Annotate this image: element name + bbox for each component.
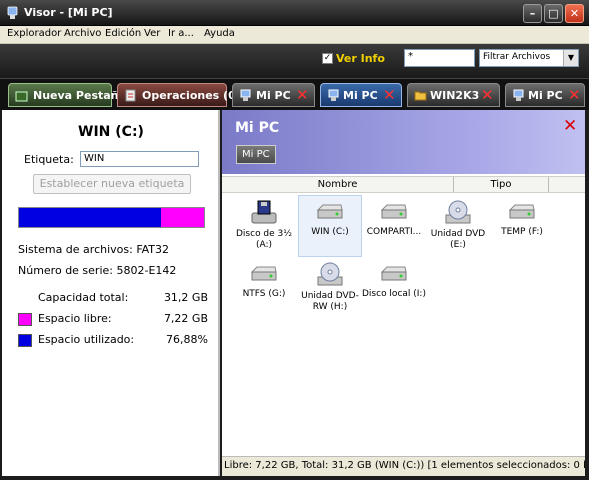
hard-drive-icon	[508, 204, 535, 219]
tab-close-icon[interactable]: ✕	[481, 88, 494, 103]
tab-label: Operaciones (0)	[142, 89, 241, 102]
etiqueta-input[interactable]: WIN	[80, 151, 199, 167]
stat-name: Espacio libre:	[38, 312, 112, 325]
hard-drive-icon	[250, 266, 277, 281]
hard-drive-icon	[380, 266, 407, 281]
dvd-drive-icon	[445, 200, 471, 224]
stat-capacity: Capacidad total: 31,2 GB	[18, 291, 208, 307]
browser-heading: Mi PC	[235, 120, 280, 136]
menu-explorador[interactable]: Explorador	[7, 28, 61, 39]
tab-nueva-pestana[interactable]: Nueva Pestaña	[8, 83, 126, 107]
drive-info-panel: WIN (C:) Etiqueta: WIN Establecer nueva …	[2, 110, 220, 476]
browser-panel: Mi PC Mi PC ✕ Nombre Tipo Disco de 3½ (A…	[222, 110, 585, 476]
set-label-button[interactable]: Establecer nueva etiqueta	[33, 174, 191, 194]
filesystem-text: Sistema de archivos: FAT32	[18, 243, 170, 256]
tab-strip: Nueva Pestaña Operaciones (0) Mi PC ✕ Mi…	[0, 78, 589, 110]
title-bar: Visor - [Mi PC] – □ ✕	[0, 0, 589, 26]
drive-title: WIN (C:)	[78, 124, 144, 140]
tab-close-icon[interactable]: ✕	[296, 88, 309, 103]
tab-mi-pc-3[interactable]: Mi PC ✕	[505, 83, 585, 107]
stat-value: 31,2 GB	[163, 291, 208, 304]
dvd-drive-icon	[317, 262, 343, 286]
drive-item-label: Disco de 3½ (A:)	[236, 229, 292, 250]
menu-edicion[interactable]: Edición	[105, 28, 141, 39]
computer-icon	[328, 89, 339, 101]
search-input[interactable]: *	[404, 49, 475, 67]
app-window: Visor - [Mi PC] – □ ✕ Explorador Archivo…	[0, 0, 589, 480]
tab-label: Mi PC	[343, 89, 378, 102]
menu-ver[interactable]: Ver	[144, 28, 160, 39]
hard-drive-icon	[316, 204, 343, 219]
tab-operaciones[interactable]: Operaciones (0)	[117, 83, 241, 107]
drive-item-label: TEMP (F:)	[501, 227, 543, 237]
tab-mi-pc-2[interactable]: Mi PC ✕	[320, 83, 402, 107]
tab-label: Nueva Pestaña	[33, 89, 126, 102]
ver-info-checkbox[interactable]: ✓	[322, 53, 333, 64]
stat-name: Capacidad total:	[38, 291, 129, 304]
breadcrumb[interactable]: Mi PC	[236, 145, 276, 164]
computer-icon	[513, 89, 524, 101]
close-panel-icon[interactable]: ✕	[563, 118, 577, 135]
drive-item-f[interactable]: TEMP (F:)	[490, 196, 554, 258]
serial-text: Número de serie: 5802-E142	[18, 264, 177, 277]
stat-used: Espacio utilizado: 76,88%	[18, 333, 208, 349]
drive-item-c[interactable]: WIN (C:)	[298, 195, 362, 257]
drive-item-label: Disco local (I:)	[362, 289, 426, 299]
tab-win2k3[interactable]: WIN2K3 ✕	[407, 83, 500, 107]
close-button[interactable]: ✕	[565, 4, 584, 23]
column-tipo[interactable]: Tipo	[454, 177, 549, 192]
etiqueta-label: Etiqueta:	[24, 153, 74, 166]
drive-item-d[interactable]: COMPARTI...	[362, 196, 426, 258]
drive-item-label: COMPARTI...	[366, 227, 422, 237]
folder-icon	[414, 91, 427, 101]
usage-bar-used	[19, 208, 161, 227]
filter-select-label: Filtrar Archivos	[483, 52, 551, 62]
hard-drive-icon	[380, 204, 407, 219]
menu-bar: Explorador Archivo Edición Ver Ir a... A…	[0, 26, 589, 44]
column-header: Nombre Tipo	[222, 176, 585, 193]
floppy-drive-icon	[251, 200, 277, 224]
tab-close-icon[interactable]: ✕	[568, 88, 581, 103]
usage-bar	[18, 207, 205, 228]
stat-value: 7,22 GB	[163, 312, 208, 325]
drive-item-label: Unidad DVD (E:)	[430, 229, 486, 250]
drive-item-i[interactable]: Disco local (I:)	[362, 258, 426, 320]
chevron-down-icon[interactable]: ▼	[563, 50, 578, 66]
drive-item-label: Unidad DVD-RW (H:)	[301, 291, 359, 312]
tab-mi-pc-1[interactable]: Mi PC ✕	[232, 83, 315, 107]
new-tab-icon	[15, 91, 28, 102]
menu-archivo[interactable]: Archivo	[64, 28, 101, 39]
drive-item-label: WIN (C:)	[311, 227, 349, 237]
filter-select[interactable]: Filtrar Archivos ▼	[479, 49, 579, 67]
maximize-button[interactable]: □	[544, 4, 563, 23]
drive-item-e[interactable]: Unidad DVD (E:)	[426, 196, 490, 258]
app-icon	[7, 6, 18, 19]
used-swatch	[18, 334, 32, 347]
window-title: Visor - [Mi PC]	[24, 6, 113, 19]
tab-label: WIN2K3	[430, 89, 480, 102]
free-swatch	[18, 313, 32, 326]
drive-item-h[interactable]: Unidad DVD-RW (H:)	[298, 258, 362, 320]
stat-name: Espacio utilizado:	[38, 333, 135, 346]
tab-close-icon[interactable]: ✕	[383, 88, 396, 103]
operations-icon	[125, 89, 136, 102]
computer-icon	[240, 89, 251, 101]
status-bar: Libre: 7,22 GB, Total: 31,2 GB (WIN (C:)…	[222, 456, 585, 476]
drive-item-g[interactable]: NTFS (G:)	[232, 258, 296, 320]
column-nombre[interactable]: Nombre	[222, 177, 454, 192]
tab-label: Mi PC	[256, 89, 291, 102]
menu-ir-a[interactable]: Ir a...	[168, 28, 194, 39]
minimize-button[interactable]: –	[523, 4, 542, 23]
browser-header: Mi PC Mi PC ✕	[222, 110, 585, 174]
ver-info-label[interactable]: Ver Info	[336, 52, 385, 65]
stat-free: Espacio libre: 7,22 GB	[18, 312, 208, 328]
drive-item-a[interactable]: Disco de 3½ (A:)	[232, 196, 296, 258]
toolbar: ✓ Ver Info * Filtrar Archivos ▼	[0, 44, 589, 78]
drive-item-label: NTFS (G:)	[242, 289, 286, 299]
stat-value: 76,88%	[166, 333, 208, 346]
menu-ayuda[interactable]: Ayuda	[204, 28, 235, 39]
tab-label: Mi PC	[528, 89, 563, 102]
